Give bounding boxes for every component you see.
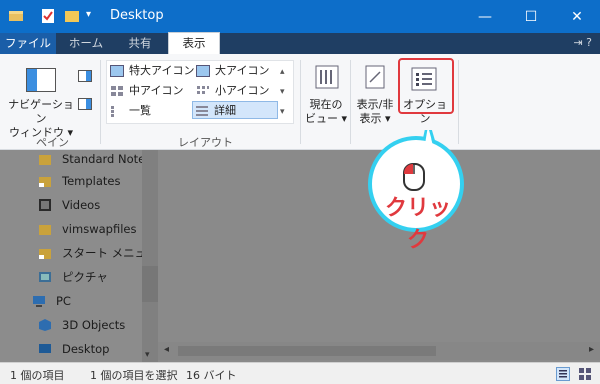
layout-extra-large-icons[interactable]: 特大アイコン xyxy=(108,62,196,80)
window-title: Desktop xyxy=(110,8,164,23)
layout-item-label: 大アイコン xyxy=(215,64,270,77)
show-hide-icon[interactable] xyxy=(362,64,388,90)
current-view-dropdown: ビュー ▾ xyxy=(304,112,348,125)
options-highlight-box xyxy=(398,58,454,114)
nav-item-label: PC xyxy=(56,294,71,308)
scrollbar-thumb[interactable] xyxy=(142,266,158,302)
3d-objects-icon xyxy=(39,319,51,331)
nav-item-label: Standard Notes xyxy=(62,152,152,166)
horizontal-scrollbar[interactable]: ◂ ▸ xyxy=(158,342,600,360)
maximize-button[interactable]: ☐ xyxy=(508,0,554,33)
details-view-icon[interactable] xyxy=(556,367,570,381)
tab-share[interactable]: 共有 xyxy=(116,33,164,54)
layout-item-label: 中アイコン xyxy=(129,84,184,97)
ribbon-pin-help[interactable]: ⇥ ? xyxy=(573,36,592,49)
ribbon-tabs: ファイル ホーム 共有 表示 ⇥ ? xyxy=(0,32,600,55)
shortcut-folder-icon xyxy=(39,177,51,187)
item-count: 1 個の項目 xyxy=(10,369,65,382)
callout-text: クリック xyxy=(384,196,451,253)
details-pane-icon[interactable] xyxy=(78,98,92,110)
nav-item-label: Desktop xyxy=(62,342,110,356)
layout-large-icons[interactable]: 大アイコン xyxy=(194,62,274,80)
nav-item-label: Videos xyxy=(62,198,101,212)
tab-view[interactable]: 表示 xyxy=(168,32,220,55)
scroll-down-icon[interactable]: ▾ xyxy=(145,350,150,360)
scrollbar-thumb[interactable] xyxy=(178,346,436,356)
layout-medium-icons[interactable]: 中アイコン xyxy=(108,82,196,100)
scroll-right-icon[interactable]: ▸ xyxy=(589,344,594,355)
current-view-button[interactable]: 現在の ビュー ▾ xyxy=(304,98,348,126)
divider xyxy=(100,60,101,144)
show-hide-dropdown: 表示 ▾ xyxy=(359,112,391,125)
tab-home[interactable]: ホーム xyxy=(60,33,112,54)
selected-count: 1 個の項目を選択 xyxy=(90,369,178,382)
tab-file[interactable]: ファイル xyxy=(0,33,56,54)
desktop-icon xyxy=(39,344,51,353)
layout-group-label: レイアウト xyxy=(178,136,233,149)
new-folder-icon[interactable] xyxy=(64,8,80,24)
pc-icon xyxy=(33,296,45,307)
current-view-icon[interactable] xyxy=(314,64,340,90)
layout-gallery-scroll[interactable]: ▴ ▾ ▾ xyxy=(280,62,285,122)
customize-quick-access-icon[interactable]: ▾ xyxy=(86,9,91,20)
large-icons-icon xyxy=(196,65,210,77)
layout-list[interactable]: 一覧 xyxy=(108,102,192,120)
divider xyxy=(300,60,301,144)
preview-pane-icon[interactable] xyxy=(78,70,92,82)
ribbon: ナビゲーション ウィンドウ ▾ ペイン 特大アイコン 大アイコン 中アイコン 小… xyxy=(0,54,600,150)
show-hide-label: 表示/非 xyxy=(356,98,394,111)
navigation-pane-icon[interactable] xyxy=(26,68,56,92)
minimize-button[interactable]: — xyxy=(462,0,508,33)
selected-size: 16 バイト xyxy=(186,369,237,382)
scroll-left-icon[interactable]: ◂ xyxy=(164,344,169,355)
nav-item-label: vimswapfiles xyxy=(62,222,137,236)
small-icons-icon xyxy=(197,86,209,94)
layout-item-label: 詳細 xyxy=(214,104,236,117)
nav-item-label: ピクチャ xyxy=(62,270,108,284)
pictures-folder-icon xyxy=(39,272,51,282)
title-bar: ▾ Desktop — ☐ ✕ xyxy=(0,0,600,33)
status-bar: 1 個の項目 1 個の項目を選択 16 バイト xyxy=(0,362,600,384)
mouse-icon xyxy=(403,163,425,191)
list-icon xyxy=(111,106,114,117)
medium-icons-icon xyxy=(111,86,123,96)
layout-small-icons[interactable]: 小アイコン xyxy=(194,82,274,100)
nav-item-label: 3D Objects xyxy=(62,318,126,332)
folder-icon xyxy=(39,155,51,165)
navigation-pane-label: ナビゲーション xyxy=(8,98,74,125)
layout-details[interactable]: 詳細 xyxy=(192,101,278,119)
large-icons-view-icon[interactable] xyxy=(578,367,592,381)
layout-item-label: 特大アイコン xyxy=(129,64,195,77)
video-folder-icon xyxy=(39,199,51,211)
details-icon xyxy=(196,106,208,116)
explorer-icon xyxy=(9,11,23,21)
layout-item-label: 小アイコン xyxy=(215,84,270,97)
current-view-label: 現在の xyxy=(309,98,343,111)
close-button[interactable]: ✕ xyxy=(554,0,600,33)
nav-pane-scrollbar[interactable]: ▾ xyxy=(142,150,158,362)
shortcut-folder-icon xyxy=(39,249,51,259)
navigation-pane: Standard Notes Templates Videos vimswapf… xyxy=(0,150,158,362)
extra-large-icons-icon xyxy=(110,65,124,77)
show-hide-button[interactable]: 表示/非 表示 ▾ xyxy=(350,98,400,126)
properties-icon[interactable] xyxy=(40,8,56,24)
nav-item-label: Templates xyxy=(62,174,121,188)
folder-icon xyxy=(39,225,51,235)
layout-item-label: 一覧 xyxy=(129,104,151,117)
